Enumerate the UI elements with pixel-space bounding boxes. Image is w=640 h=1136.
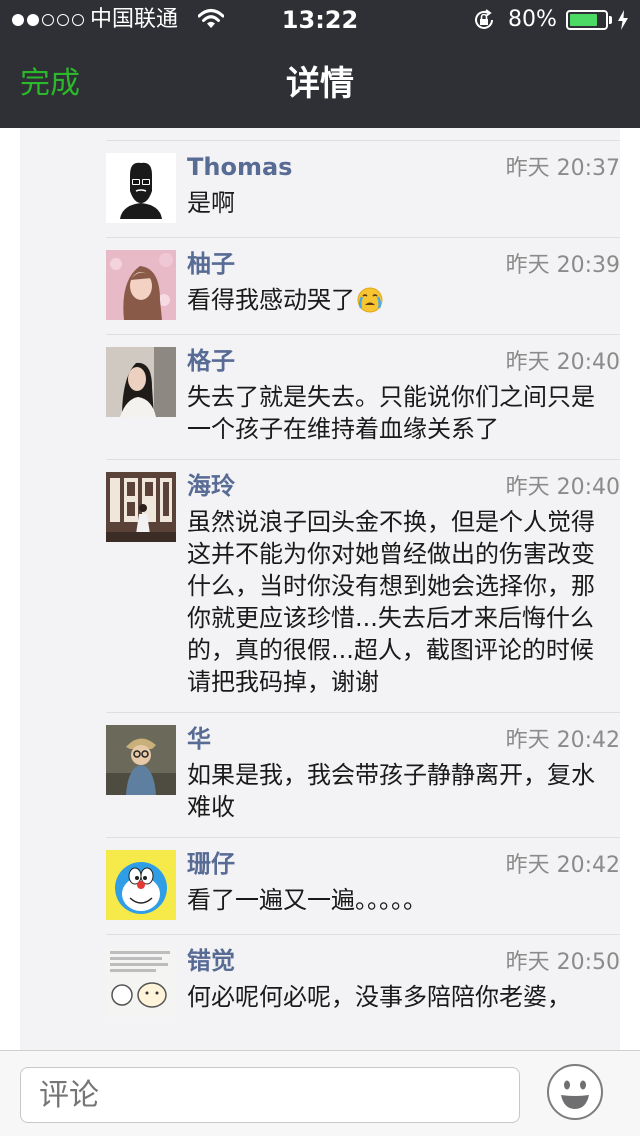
avatar-hua[interactable] bbox=[106, 725, 176, 795]
comment-text: 看了一遍又一遍。。。。。 bbox=[187, 886, 427, 914]
emoji-button-icon[interactable] bbox=[546, 1063, 604, 1121]
comment-author[interactable]: Thomas bbox=[187, 153, 292, 181]
comment-author[interactable]: 错觉 bbox=[187, 947, 235, 975]
comment-item: 错觉 昨天 20:50 何必呢何必呢，没事多陪陪你老婆， bbox=[106, 934, 620, 1031]
comment-time: 昨天 20:39 bbox=[505, 253, 620, 278]
avatar-youzi[interactable] bbox=[106, 250, 176, 320]
comment-author[interactable]: 珊仔 bbox=[187, 850, 235, 878]
comment-text: 虽然说浪子回头金不换，但是个人觉得这并不能为你对她曾经做出的伤害改变什么，当时你… bbox=[187, 508, 595, 696]
rotation-lock-icon bbox=[475, 9, 493, 29]
comment-scroll-area[interactable]: Thomas 昨天 20:37 是啊 柚子 昨天 20:39 看得我感动哭了 格… bbox=[0, 128, 640, 1050]
comment-time: 昨天 20:40 bbox=[505, 350, 620, 375]
comment-author[interactable]: 柚子 bbox=[187, 250, 235, 278]
avatar-shanzai[interactable] bbox=[106, 850, 176, 920]
charging-bolt-icon bbox=[618, 10, 628, 30]
status-bar: 中国联通 13:22 80% bbox=[0, 0, 640, 40]
comment-time: 昨天 20:42 bbox=[505, 728, 620, 753]
comment-item: Thomas 昨天 20:37 是啊 bbox=[106, 140, 620, 237]
page-title: 详情 bbox=[286, 64, 354, 104]
top-bar: 中国联通 13:22 80% 完成 详情 bbox=[0, 0, 640, 128]
comment-input-bar bbox=[0, 1050, 640, 1136]
comment-text: 看得我感动哭了 bbox=[187, 286, 355, 314]
battery-icon bbox=[566, 10, 608, 30]
comment-time: 昨天 20:37 bbox=[505, 156, 620, 181]
avatar-hailing[interactable] bbox=[106, 472, 176, 542]
avatar-gezi[interactable] bbox=[106, 347, 176, 417]
comment-item: 海玲 昨天 20:40 虽然说浪子回头金不换，但是个人觉得这并不能为你对她曾经做… bbox=[106, 459, 620, 712]
comment-time: 昨天 20:40 bbox=[505, 475, 620, 500]
battery-level-fill bbox=[570, 14, 598, 26]
comment-item: 柚子 昨天 20:39 看得我感动哭了 bbox=[106, 237, 620, 334]
comment-author[interactable]: 华 bbox=[187, 725, 211, 753]
comment-author[interactable]: 格子 bbox=[187, 347, 235, 375]
crying-face-emoji bbox=[357, 287, 383, 313]
avatar-thomas[interactable] bbox=[106, 153, 176, 223]
comment-text: 是啊 bbox=[187, 189, 235, 217]
comment-item: 华 昨天 20:42 如果是我，我会带孩子静静离开，复水难收 bbox=[106, 712, 620, 837]
comment-text: 失去了就是失去。只能说你们之间只是一个孩子在维持着血缘关系了 bbox=[187, 383, 595, 443]
comment-list: Thomas 昨天 20:37 是啊 柚子 昨天 20:39 看得我感动哭了 格… bbox=[106, 140, 620, 1031]
battery-percentage: 80% bbox=[508, 7, 557, 32]
comment-author[interactable]: 海玲 bbox=[187, 472, 235, 500]
comment-item: 格子 昨天 20:40 失去了就是失去。只能说你们之间只是一个孩子在维持着血缘关… bbox=[106, 334, 620, 459]
comment-time: 昨天 20:42 bbox=[505, 853, 620, 878]
comment-text: 如果是我，我会带孩子静静离开，复水难收 bbox=[187, 761, 595, 821]
comments-panel: Thomas 昨天 20:37 是啊 柚子 昨天 20:39 看得我感动哭了 格… bbox=[20, 128, 620, 1050]
comment-time: 昨天 20:50 bbox=[505, 950, 620, 975]
avatar-cuojue[interactable] bbox=[106, 947, 176, 1017]
battery-cap bbox=[609, 16, 612, 24]
comment-input[interactable] bbox=[20, 1067, 520, 1123]
comment-text: 何必呢何必呢，没事多陪陪你老婆， bbox=[187, 983, 571, 1011]
comment-item: 珊仔 昨天 20:42 看了一遍又一遍。。。。。 bbox=[106, 837, 620, 934]
